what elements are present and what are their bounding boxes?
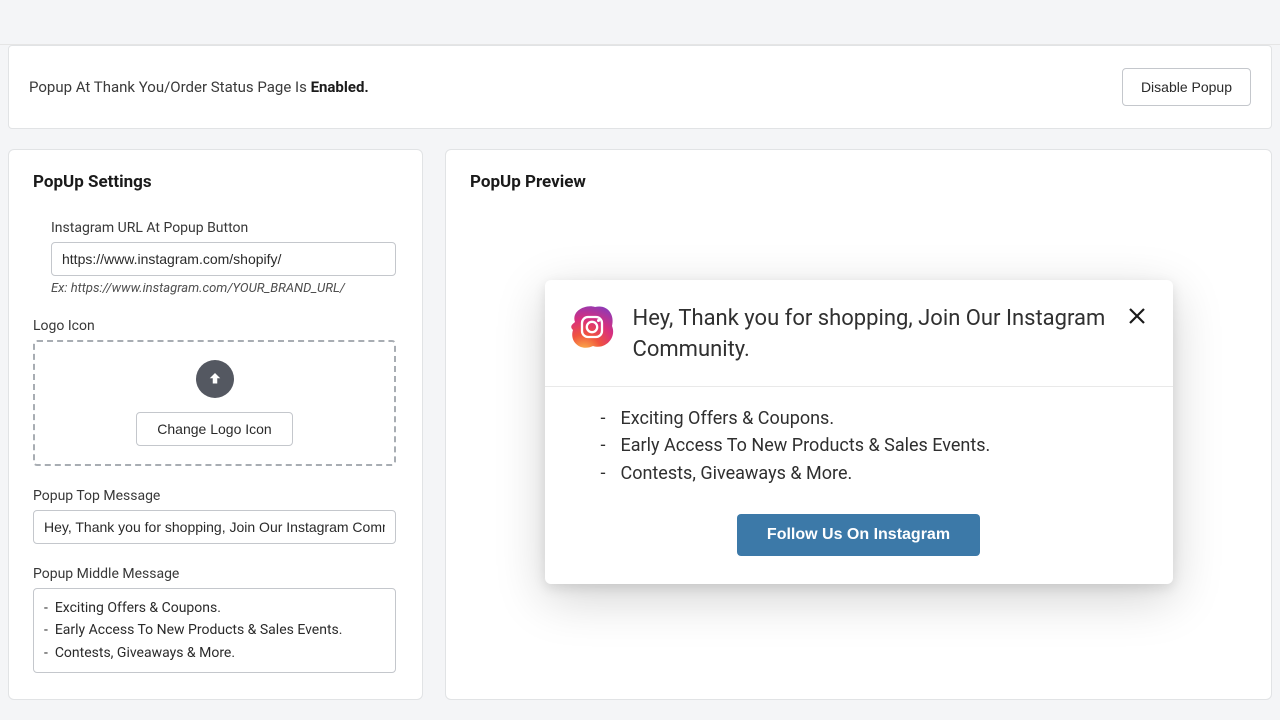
status-bar: Popup At Thank You/Order Status Page Is …: [8, 45, 1272, 129]
close-icon[interactable]: [1125, 304, 1149, 328]
status-word: Enabled.: [311, 78, 369, 96]
preview-heading: PopUp Preview: [470, 172, 1247, 192]
preview-area: Hey, Thank you for shopping, Join Our In…: [470, 220, 1247, 584]
instagram-url-label: Instagram URL At Popup Button: [51, 220, 396, 236]
popup-bullet: Exciting Offers & Coupons.: [601, 405, 1141, 433]
popup-preview-card: PopUp Preview: [445, 149, 1272, 700]
logo-dropzone[interactable]: Change Logo Icon: [33, 340, 396, 466]
popup-bullet: Early Access To New Products & Sales Eve…: [601, 432, 1141, 460]
top-message-field: Popup Top Message: [33, 488, 396, 544]
instagram-url-field: Instagram URL At Popup Button Ex: https:…: [51, 220, 396, 296]
upload-icon: [196, 360, 234, 398]
settings-heading: PopUp Settings: [33, 172, 398, 192]
logo-icon-field: Logo Icon Change Logo Icon: [33, 318, 396, 466]
top-message-label: Popup Top Message: [33, 488, 396, 504]
instagram-icon: [567, 302, 617, 352]
middle-message-label: Popup Middle Message: [33, 566, 396, 582]
popup-settings-card: PopUp Settings Instagram URL At Popup Bu…: [8, 149, 423, 700]
popup-bullets: Exciting Offers & Coupons. Early Access …: [601, 405, 1141, 489]
status-text: Popup At Thank You/Order Status Page Is …: [29, 78, 369, 96]
status-prefix: Popup At Thank You/Order Status Page Is: [29, 78, 311, 96]
disable-popup-button[interactable]: Disable Popup: [1122, 68, 1251, 106]
instagram-url-input[interactable]: [51, 242, 396, 276]
middle-message-textarea[interactable]: [33, 588, 396, 673]
middle-message-field: Popup Middle Message: [33, 566, 396, 677]
popup-title: Hey, Thank you for shopping, Join Our In…: [633, 302, 1109, 366]
instagram-url-hint: Ex: https://www.instagram.com/YOUR_BRAND…: [51, 281, 396, 296]
popup-bullet: Contests, Giveaways & More.: [601, 460, 1141, 488]
top-message-input[interactable]: [33, 510, 396, 544]
logo-icon-label: Logo Icon: [33, 318, 396, 334]
popup: Hey, Thank you for shopping, Join Our In…: [545, 280, 1173, 584]
change-logo-button[interactable]: Change Logo Icon: [136, 412, 292, 446]
follow-button[interactable]: Follow Us On Instagram: [737, 514, 980, 556]
